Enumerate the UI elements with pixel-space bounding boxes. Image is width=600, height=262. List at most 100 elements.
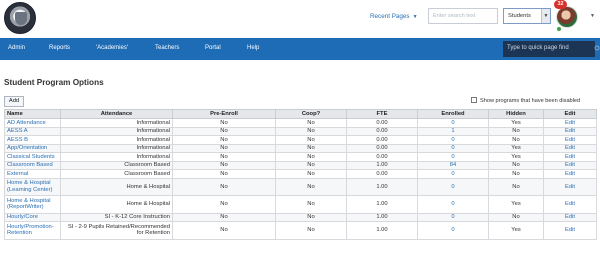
- enrolled-count-link[interactable]: 0: [417, 177, 489, 196]
- user-avatar[interactable]: [556, 6, 578, 28]
- quick-page-find-input[interactable]: Type to quick page find: [503, 41, 595, 57]
- program-name-link[interactable]: AESS A: [4, 126, 61, 136]
- attendance-cell: SI - K-12 Core Instruction: [60, 212, 173, 222]
- pre-enroll-cell: No: [172, 152, 276, 162]
- add-program-button[interactable]: Add: [4, 96, 24, 107]
- col-header-pre-enroll[interactable]: Pre-Enroll: [172, 109, 276, 119]
- recent-pages-menu[interactable]: Recent Pages ▼: [370, 13, 418, 20]
- pre-enroll-cell: No: [172, 135, 276, 145]
- hidden-cell: Yes: [488, 152, 544, 162]
- program-name-link[interactable]: Classroom Based: [4, 160, 61, 170]
- table-header-row: Name Attendance Pre-Enroll Coop? FTE Enr…: [4, 109, 597, 119]
- hidden-cell: Yes: [488, 195, 544, 214]
- edit-link[interactable]: Edit: [543, 118, 597, 128]
- table-row: AD Attendance Informational No No 0.00 0 Yes Ed…: [4, 118, 597, 128]
- enrolled-count-link[interactable]: 0: [417, 118, 489, 128]
- user-menu-chevron-icon[interactable]: ▼: [590, 13, 595, 19]
- attendance-cell: Informational: [60, 135, 173, 145]
- hidden-cell: Yes: [488, 143, 544, 153]
- program-name-link[interactable]: AESS B: [4, 135, 61, 145]
- edit-link[interactable]: Edit: [543, 126, 597, 136]
- col-header-enrolled[interactable]: Enrolled: [417, 109, 489, 119]
- hidden-cell: Yes: [488, 221, 544, 240]
- program-name-link[interactable]: App/Orientation: [4, 143, 61, 153]
- program-name-link[interactable]: External: [4, 169, 61, 179]
- col-header-attendance[interactable]: Attendance: [60, 109, 173, 119]
- program-name-link[interactable]: Hourly/Core: [4, 212, 61, 222]
- fte-cell: 1.00: [346, 212, 418, 222]
- hidden-cell: No: [488, 126, 544, 136]
- edit-link[interactable]: Edit: [543, 160, 597, 170]
- col-header-name[interactable]: Name: [4, 109, 61, 119]
- edit-link[interactable]: Edit: [543, 152, 597, 162]
- pre-enroll-cell: No: [172, 195, 276, 214]
- pre-enroll-cell: No: [172, 221, 276, 240]
- notification-badge[interactable]: 32: [554, 0, 567, 9]
- nav-item-academies[interactable]: 'Academies': [96, 45, 128, 51]
- hidden-cell: No: [488, 212, 544, 222]
- col-header-coop[interactable]: Coop?: [275, 109, 347, 119]
- edit-link[interactable]: Edit: [543, 169, 597, 179]
- table-row: AESS B Informational No No 0.00 0 No Edit: [4, 135, 597, 145]
- edit-link[interactable]: Edit: [543, 143, 597, 153]
- nav-item-teachers[interactable]: Teachers: [155, 45, 179, 51]
- enrolled-count-link[interactable]: 0: [417, 135, 489, 145]
- nav-item-help[interactable]: Help: [247, 45, 259, 51]
- table-row: Classical Students Informational No No 0.00 0…: [4, 152, 597, 162]
- hidden-cell: No: [488, 169, 544, 179]
- search-icon[interactable]: [594, 44, 600, 54]
- col-header-edit[interactable]: Edit: [543, 109, 597, 119]
- show-disabled-checkbox[interactable]: [471, 97, 477, 103]
- show-disabled-toggle[interactable]: Show programs that have been disabled: [471, 97, 580, 104]
- page-title: Student Program Options: [4, 78, 104, 87]
- enrolled-count-link[interactable]: 0: [417, 221, 489, 240]
- attendance-cell: Informational: [60, 143, 173, 153]
- search-scope-select[interactable]: Students ▼: [503, 8, 551, 24]
- coop-cell: No: [275, 212, 347, 222]
- coop-cell: No: [275, 135, 347, 145]
- col-header-hidden[interactable]: Hidden: [488, 109, 544, 119]
- school-logo[interactable]: [4, 2, 36, 34]
- coop-cell: No: [275, 152, 347, 162]
- fte-cell: 0.00: [346, 126, 418, 136]
- nav-item-admin[interactable]: Admin: [8, 45, 25, 51]
- program-options-table: Name Attendance Pre-Enroll Coop? FTE Enr…: [4, 109, 597, 240]
- program-name-link[interactable]: Classical Students: [4, 152, 61, 162]
- edit-link[interactable]: Edit: [543, 135, 597, 145]
- enrolled-count-link[interactable]: 0: [417, 212, 489, 222]
- edit-link[interactable]: Edit: [543, 195, 597, 214]
- nav-item-portal[interactable]: Portal: [205, 45, 221, 51]
- table-row: Hourly/Promotion-Retention SI - 2-9 Pupil…: [4, 221, 597, 240]
- enrolled-count-link[interactable]: 0: [417, 169, 489, 179]
- enrolled-count-link[interactable]: 0: [417, 152, 489, 162]
- fte-cell: 1.00: [346, 195, 418, 214]
- fte-cell: 0.00: [346, 143, 418, 153]
- table-row: External Classroom Based No No 0.00 0 No Edit: [4, 169, 597, 179]
- table-row: App/Orientation Informational No No 0.00 0 Yes…: [4, 143, 597, 153]
- edit-link[interactable]: Edit: [543, 177, 597, 196]
- coop-cell: No: [275, 221, 347, 240]
- enrolled-count-link[interactable]: 1: [417, 126, 489, 136]
- enrolled-count-link[interactable]: 84: [417, 160, 489, 170]
- col-header-fte[interactable]: FTE: [346, 109, 418, 119]
- hidden-cell: No: [488, 160, 544, 170]
- fte-cell: 0.00: [346, 169, 418, 179]
- pre-enroll-cell: No: [172, 177, 276, 196]
- program-name-link[interactable]: Home & Hospital (ReportWriter): [4, 195, 61, 214]
- search-input[interactable]: Enter search text: [428, 8, 498, 24]
- coop-cell: No: [275, 177, 347, 196]
- fte-cell: 0.00: [346, 135, 418, 145]
- pre-enroll-cell: No: [172, 212, 276, 222]
- hidden-cell: No: [488, 177, 544, 196]
- enrolled-count-link[interactable]: 0: [417, 143, 489, 153]
- fte-cell: 1.00: [346, 221, 418, 240]
- program-name-link[interactable]: Hourly/Promotion-Retention: [4, 221, 61, 240]
- top-header: Recent Pages ▼ Enter search text Students…: [0, 0, 600, 38]
- edit-link[interactable]: Edit: [543, 212, 597, 222]
- nav-item-reports[interactable]: Reports: [49, 45, 70, 51]
- program-name-link[interactable]: Home & Hospital (Learning Center): [4, 177, 61, 196]
- edit-link[interactable]: Edit: [543, 221, 597, 240]
- enrolled-count-link[interactable]: 0: [417, 195, 489, 214]
- crest-icon: [15, 12, 27, 25]
- program-name-link[interactable]: AD Attendance: [4, 118, 61, 128]
